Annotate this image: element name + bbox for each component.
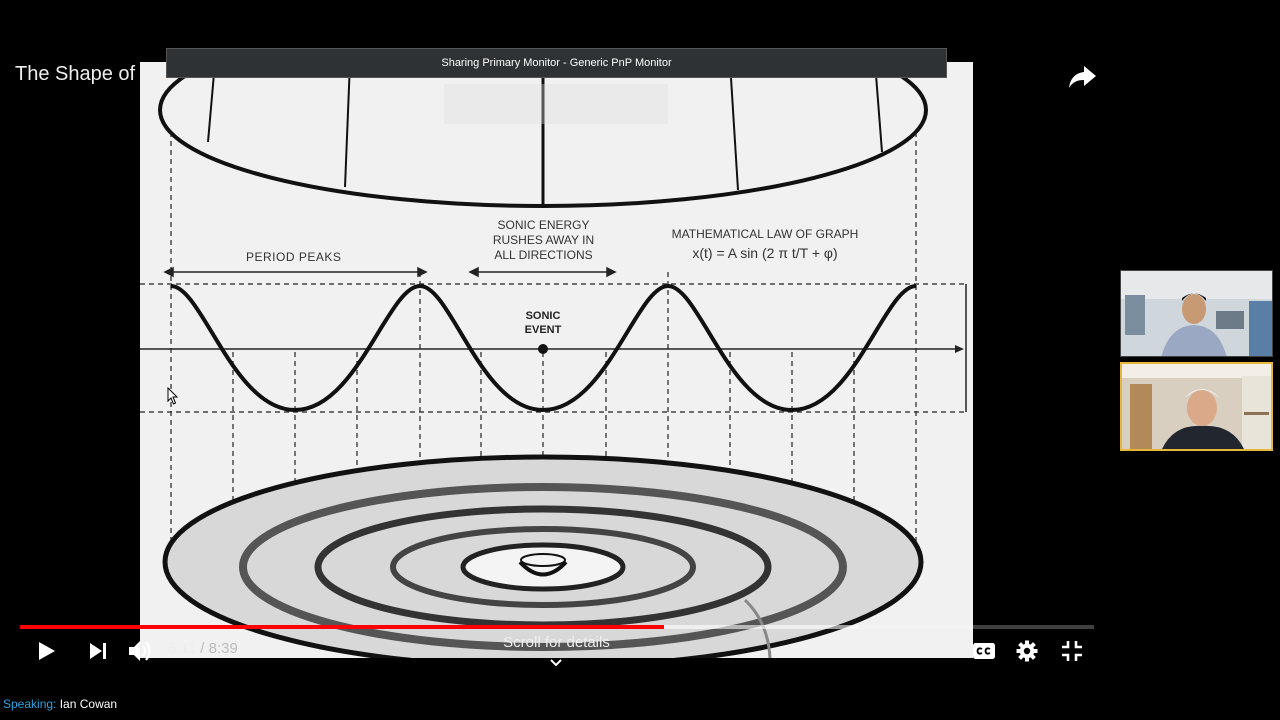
speaker-name: Ian Cowan bbox=[59, 697, 118, 711]
period-arrow bbox=[163, 266, 617, 278]
label-sonic-energy: SONIC ENERGY RUSHES AWAY IN ALL DIRECTIO… bbox=[492, 218, 595, 262]
played-bar bbox=[20, 625, 665, 629]
participant-video-tile[interactable] bbox=[1120, 270, 1273, 357]
chevron-down-icon[interactable] bbox=[549, 655, 563, 673]
exit-fullscreen-icon bbox=[1062, 641, 1082, 661]
shared-screen-slide: PERIOD PEAKS SONIC ENERGY RUSHES AWAY IN… bbox=[140, 62, 973, 658]
label-sonic-event: SONIC EVENT bbox=[524, 310, 562, 336]
mouse-cursor bbox=[167, 386, 179, 410]
progress-bar[interactable] bbox=[20, 625, 1094, 629]
label-math-law: MATHEMATICAL LAW OF GRAPH x(t) = A sin (… bbox=[671, 227, 859, 261]
play-icon bbox=[39, 642, 55, 660]
participant-thumbnail bbox=[1121, 271, 1272, 356]
duration: 8:39 bbox=[208, 640, 238, 657]
time-separator: / bbox=[196, 640, 209, 657]
volume-button[interactable] bbox=[126, 637, 156, 665]
captions-icon bbox=[973, 643, 995, 659]
current-time: 5:11 bbox=[168, 640, 197, 657]
participant-thumbnail bbox=[1122, 364, 1271, 449]
next-button[interactable] bbox=[85, 638, 111, 664]
speaking-label: Speaking: bbox=[3, 697, 57, 711]
sound-wave-diagram bbox=[140, 62, 967, 658]
active-speaker-video-tile[interactable] bbox=[1120, 362, 1273, 451]
share-toolbar-ghost bbox=[444, 84, 668, 124]
exit-fullscreen-button[interactable] bbox=[1058, 637, 1086, 665]
scroll-for-details[interactable]: Scroll for details bbox=[470, 634, 643, 651]
settings-button[interactable] bbox=[1013, 637, 1041, 665]
screen-share-banner: Sharing Primary Monitor - Generic PnP Mo… bbox=[166, 48, 947, 78]
label-period-peaks: PERIOD PEAKS bbox=[246, 250, 342, 264]
play-button[interactable] bbox=[34, 638, 60, 664]
sonic-event-dot bbox=[538, 344, 548, 354]
time-display: 5:11 / 8:39 bbox=[168, 640, 238, 657]
volume-icon bbox=[129, 641, 151, 661]
next-icon bbox=[90, 643, 106, 659]
speaking-indicator: Speaking: Ian Cowan bbox=[3, 697, 117, 711]
captions-button[interactable] bbox=[970, 638, 998, 664]
settings-icon bbox=[1016, 640, 1038, 662]
share-icon[interactable] bbox=[1066, 62, 1098, 92]
